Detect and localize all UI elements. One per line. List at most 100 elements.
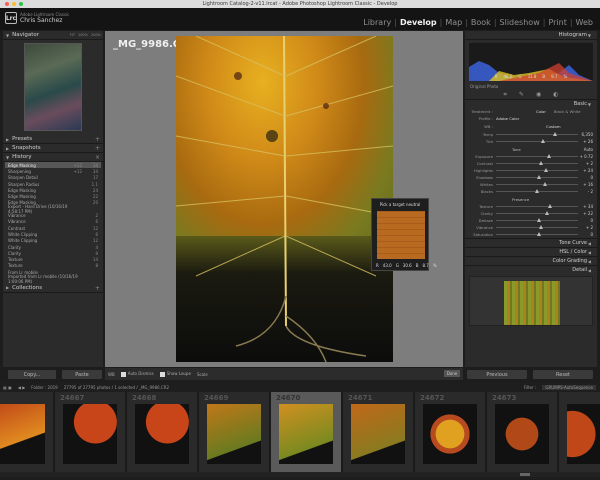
section-header[interactable]: Color Grading ◀: [465, 256, 597, 265]
treatment-color[interactable]: Color: [536, 109, 546, 114]
section-header[interactable]: Tone Curve ◀: [465, 238, 597, 247]
clear-history-icon[interactable]: ×: [95, 154, 100, 161]
slider-saturation[interactable]: Saturation 0: [468, 231, 594, 238]
section-label: Tone Auto: [512, 146, 593, 152]
reset-button[interactable]: Reset: [533, 370, 593, 379]
nav-arrows-icon[interactable]: ◀ ▶: [18, 385, 25, 390]
photo-thumbnail[interactable]: [135, 404, 189, 464]
add-preset-icon[interactable]: +: [95, 136, 100, 143]
loupe-view[interactable]: _MG_9986.CR2 Pick a target neutral R 43.0…: [105, 31, 463, 367]
slider-exposure[interactable]: Exposure + 0.72: [468, 153, 594, 160]
slider-vibrance[interactable]: Vibrance + 2: [468, 224, 594, 231]
slider-knob[interactable]: [538, 161, 543, 165]
slider-knob[interactable]: [541, 139, 546, 143]
grid-view-icon[interactable]: ▦ ▣: [3, 385, 12, 390]
mask-icon[interactable]: ◐: [553, 91, 558, 98]
slider-knob[interactable]: [537, 175, 541, 179]
filmstrip-cell[interactable]: 24673: [487, 392, 557, 472]
zoom-fit[interactable]: FIT: [70, 33, 75, 37]
slider-knob[interactable]: [545, 211, 550, 215]
filmstrip-cell[interactable]: 24672: [415, 392, 485, 472]
detail-preview[interactable]: [469, 276, 593, 326]
navigator-header[interactable]: ▼ Navigator FIT 100% 200%: [3, 31, 103, 40]
auto-dismiss-checkbox[interactable]: Auto Dismiss: [120, 371, 154, 377]
navigator-preview[interactable]: [24, 43, 82, 131]
add-snapshot-icon[interactable]: +: [95, 145, 100, 152]
module-slideshow[interactable]: Slideshow: [497, 18, 543, 27]
photo-thumbnail[interactable]: [495, 404, 549, 464]
slider-texture[interactable]: Texture + 34: [468, 203, 594, 210]
photo-thumbnail[interactable]: [423, 404, 477, 464]
wb-value[interactable]: Custom: [546, 124, 561, 129]
photo-thumbnail[interactable]: [279, 404, 333, 464]
slider-knob[interactable]: [537, 232, 541, 236]
slider-knob[interactable]: [548, 204, 553, 208]
slider-knob[interactable]: [553, 132, 558, 136]
slider-highlights[interactable]: Highlights + 24: [468, 167, 594, 174]
slider-clarity[interactable]: Clarity + 22: [468, 210, 594, 217]
filmstrip-cell[interactable]: 24667: [55, 392, 125, 472]
slider-blacks[interactable]: Blacks - 2: [468, 188, 594, 195]
module-map[interactable]: Map: [442, 18, 465, 27]
previous-button[interactable]: Previous: [467, 370, 527, 379]
photo-thumbnail[interactable]: [63, 404, 117, 464]
crop-icon[interactable]: ⌗: [504, 91, 507, 99]
photo-thumbnail[interactable]: [351, 404, 405, 464]
photo-thumbnail[interactable]: [207, 404, 261, 464]
treatment-bw[interactable]: Black & White: [554, 109, 581, 114]
slider-whites[interactable]: Whites + 16: [468, 181, 594, 188]
module-library[interactable]: Library: [360, 18, 394, 27]
slider-tint[interactable]: Tint + 26: [468, 138, 594, 145]
main-photo[interactable]: [176, 36, 393, 362]
heal-icon[interactable]: ✎: [519, 91, 524, 98]
paste-button[interactable]: Paste: [62, 370, 102, 379]
develop-toolbar: WB Auto Dismiss Show Loupe Scale Done: [105, 368, 463, 380]
presets-header[interactable]: ▶ Presets +: [3, 135, 103, 144]
filmstrip-cell[interactable]: 24670: [271, 392, 341, 472]
slider-knob[interactable]: [543, 168, 548, 172]
history-header[interactable]: ▼ History ×: [3, 153, 103, 162]
folder-label[interactable]: Folder : 2019: [31, 385, 57, 390]
snapshots-header[interactable]: ▶ Snapshots +: [3, 144, 103, 153]
photo-thumbnail[interactable]: [567, 404, 600, 464]
histogram-graph[interactable]: R 46.0 G 31.8 B 9.7 %: [469, 43, 593, 81]
photo-thumbnail[interactable]: [0, 404, 45, 464]
module-develop[interactable]: Develop: [397, 18, 440, 27]
slider-knob[interactable]: [546, 154, 551, 158]
slider-temp[interactable]: Temp 6,350: [468, 131, 594, 138]
histogram-header[interactable]: Histogram ▼: [465, 31, 597, 40]
filmstrip-cell[interactable]: 24669: [199, 392, 269, 472]
filmstrip-cell[interactable]: 24671: [343, 392, 413, 472]
redeye-icon[interactable]: ◉: [536, 91, 541, 98]
history-step[interactable]: Imported from Lr mobile (10/16/19 1:00:0…: [5, 274, 101, 284]
filmstrip-cell[interactable]: 24668: [127, 392, 197, 472]
copy-button[interactable]: Copy...: [8, 370, 56, 379]
window-titlebar: Lightroom Catalog-2-v11.lrcat - Adobe Ph…: [0, 0, 600, 8]
profile-value[interactable]: Adobe Color: [496, 116, 519, 121]
slider-contrast[interactable]: Contrast + 2: [468, 160, 594, 167]
slider-knob[interactable]: [537, 218, 541, 222]
right-panel: Histogram ▼ R 46.0 G 31.8 B 9.7 % Original P…: [465, 31, 597, 367]
slider-knob[interactable]: [535, 189, 540, 193]
filmstrip-cell[interactable]: [0, 392, 53, 472]
zoom-100[interactable]: 100%: [78, 33, 88, 37]
photo-number: 24671: [348, 394, 373, 402]
basic-header[interactable]: Basic ▼: [465, 99, 597, 108]
filter-select[interactable]: GRUMPS-AutoSequence: [542, 384, 596, 390]
slider-dehaze[interactable]: Dehaze 0: [468, 217, 594, 224]
filmstrip-cell[interactable]: [559, 392, 600, 472]
filmstrip-scrollbar[interactable]: [0, 472, 600, 477]
module-print[interactable]: Print: [545, 18, 569, 27]
slider-knob[interactable]: [538, 225, 543, 229]
collections-header[interactable]: ▶ Collections +: [3, 284, 103, 293]
add-collection-icon[interactable]: +: [95, 285, 100, 292]
show-loupe-checkbox[interactable]: Show Loupe: [159, 371, 191, 377]
module-book[interactable]: Book: [468, 18, 494, 27]
zoom-200[interactable]: 200%: [91, 33, 101, 37]
section-header[interactable]: HSL / Color ◀: [465, 247, 597, 256]
section-header[interactable]: Detail ◀: [465, 265, 597, 274]
done-button[interactable]: Done: [444, 370, 460, 377]
slider-shadows[interactable]: Shadows 0: [468, 174, 594, 181]
module-web[interactable]: Web: [573, 18, 596, 27]
slider-knob[interactable]: [542, 182, 547, 186]
